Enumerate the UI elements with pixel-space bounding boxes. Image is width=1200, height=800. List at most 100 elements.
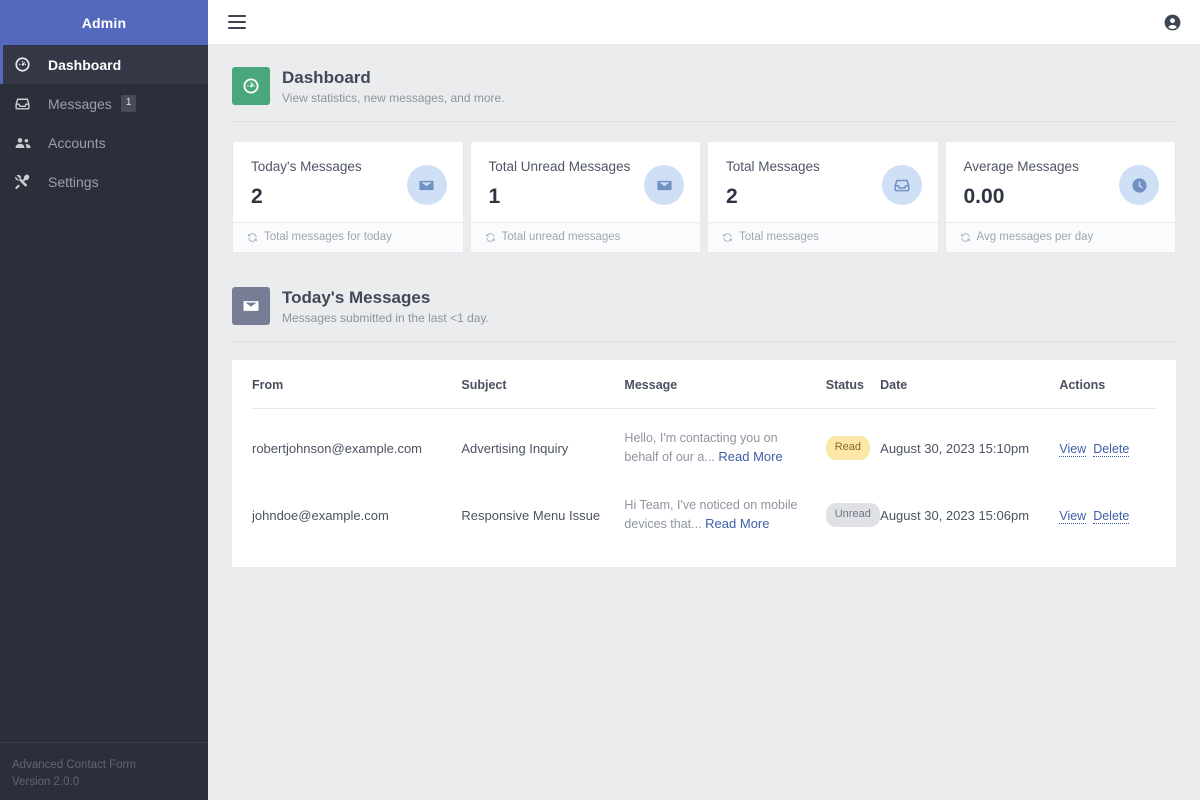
sidebar: Admin Dashboard Messages 1 Accounts Sett… xyxy=(0,0,208,800)
main-area: Dashboard View statistics, new messages,… xyxy=(208,0,1200,800)
clock-icon xyxy=(1119,165,1159,205)
delete-link[interactable]: Delete xyxy=(1093,441,1130,457)
sidebar-item-label: Dashboard xyxy=(48,56,122,73)
sidebar-item-accounts[interactable]: Accounts xyxy=(0,123,208,162)
column-header-subject: Subject xyxy=(461,378,625,409)
stat-card-label: Total Unread Messages xyxy=(488,159,631,174)
refresh-icon xyxy=(722,232,733,243)
table-row: robertjohnson@example.com Advertising In… xyxy=(252,409,1156,481)
refresh-icon xyxy=(485,232,496,243)
page-title: Dashboard xyxy=(282,67,371,87)
sidebar-footer-version: Version 2.0.0 xyxy=(12,776,80,788)
messages-table-card: From Subject Message Status Date Actions… xyxy=(232,360,1176,567)
stat-card-body: Total Unread Messages 1 xyxy=(471,142,701,222)
cell-subject: Advertising Inquiry xyxy=(461,440,569,456)
page-heading: Dashboard View statistics, new messages,… xyxy=(232,67,1176,105)
messages-section-subtitle: Messages submitted in the last <1 day. xyxy=(282,310,489,325)
stat-card-footer: Total messages xyxy=(708,222,938,252)
envelope-icon xyxy=(406,165,447,205)
hamburger-icon[interactable] xyxy=(228,15,246,29)
cell-from: johndoe@example.com xyxy=(252,507,389,523)
stat-card-group: Today's Messages 2 Total messages for to… xyxy=(232,141,1176,253)
column-header-actions: Actions xyxy=(1059,378,1156,409)
users-icon xyxy=(14,134,40,152)
table-row: johndoe@example.com Responsive Menu Issu… xyxy=(252,480,1156,547)
gauge-icon xyxy=(14,56,40,73)
sidebar-item-dashboard[interactable]: Dashboard xyxy=(0,45,208,84)
column-header-from: From xyxy=(252,378,462,409)
stat-card-value: 0.00 xyxy=(963,185,1005,208)
messages-section-heading: Today's Messages Messages submitted in t… xyxy=(232,287,1176,325)
cell-date: August 30, 2023 15:10pm xyxy=(880,440,1030,456)
table-body: robertjohnson@example.com Advertising In… xyxy=(252,409,1156,548)
cell-message: Hello, I'm contacting you on behalf of o… xyxy=(624,409,825,481)
view-link[interactable]: View xyxy=(1059,441,1087,457)
envelope-icon xyxy=(232,287,270,325)
table-header-row: From Subject Message Status Date Actions xyxy=(252,378,1156,409)
read-more-link[interactable]: Read More xyxy=(705,516,769,531)
stat-card-footer-text: Total messages for today xyxy=(264,231,392,243)
stat-card-footer: Total messages for today xyxy=(233,222,463,252)
stat-card-footer: Avg messages per day xyxy=(945,222,1175,252)
stat-card-body: Average Messages 0.00 xyxy=(946,142,1176,222)
topbar xyxy=(208,0,1200,45)
refresh-icon xyxy=(247,232,258,243)
messages-table: From Subject Message Status Date Actions… xyxy=(252,378,1156,547)
status-badge: Read xyxy=(825,436,871,460)
refresh-icon xyxy=(960,232,971,243)
stat-card-todays-messages: Today's Messages 2 Total messages for to… xyxy=(232,141,464,253)
sidebar-item-badge: 1 xyxy=(120,95,137,112)
stat-card-footer-text: Avg messages per day xyxy=(976,231,1094,243)
stat-card-value: 2 xyxy=(726,185,738,208)
stat-card-value: 2 xyxy=(251,185,263,208)
page-subtitle: View statistics, new messages, and more. xyxy=(282,90,505,105)
sidebar-item-label: Accounts xyxy=(48,134,106,151)
stat-card-label: Total Messages xyxy=(726,159,820,174)
cell-date: August 30, 2023 15:06pm xyxy=(880,507,1030,523)
cell-status: Unread xyxy=(825,480,880,547)
gauge-icon xyxy=(232,67,270,105)
envelope-icon xyxy=(644,165,684,205)
sidebar-nav: Dashboard Messages 1 Accounts Settings xyxy=(0,45,208,742)
read-more-link[interactable]: Read More xyxy=(718,449,782,464)
column-header-message: Message xyxy=(624,378,826,409)
stat-card-average-messages: Average Messages 0.00 Avg messages per d… xyxy=(944,141,1176,253)
cell-actions: View Delete xyxy=(1059,480,1156,547)
stat-card-body: Today's Messages 2 xyxy=(233,142,463,222)
tools-icon xyxy=(14,173,40,190)
delete-link[interactable]: Delete xyxy=(1093,508,1130,524)
stat-card-total-messages: Total Messages 2 Total messages xyxy=(707,141,939,253)
cell-from: robertjohnson@example.com xyxy=(252,440,423,456)
column-header-status: Status xyxy=(825,378,881,409)
page-content: Dashboard View statistics, new messages,… xyxy=(208,45,1200,567)
stat-card-footer-text: Total messages xyxy=(739,231,819,243)
cell-message: Hi Team, I've noticed on mobile devices … xyxy=(624,480,825,547)
sidebar-item-messages[interactable]: Messages 1 xyxy=(0,84,208,123)
stat-card-footer-text: Total unread messages xyxy=(501,231,621,243)
inbox-icon xyxy=(881,165,922,205)
sidebar-brand-label: Admin xyxy=(81,14,127,31)
sidebar-item-label: Messages xyxy=(48,95,112,112)
messages-section-divider xyxy=(232,341,1176,342)
sidebar-item-label: Settings xyxy=(48,173,99,190)
cell-status: Read xyxy=(825,409,880,481)
stat-card-body: Total Messages 2 xyxy=(708,142,938,222)
stat-card-label: Today's Messages xyxy=(251,159,362,174)
table-head: From Subject Message Status Date Actions xyxy=(252,378,1156,409)
cell-actions: View Delete xyxy=(1059,409,1156,481)
stat-card-value: 1 xyxy=(488,185,501,208)
app-root: Admin Dashboard Messages 1 Accounts Sett… xyxy=(0,0,1200,800)
sidebar-brand: Admin xyxy=(0,0,208,45)
messages-section-title: Today's Messages xyxy=(282,287,431,307)
page-heading-divider xyxy=(232,121,1176,122)
sidebar-item-settings[interactable]: Settings xyxy=(0,162,208,201)
cell-subject: Responsive Menu Issue xyxy=(461,507,601,523)
stat-card-label: Average Messages xyxy=(963,159,1079,174)
stat-card-total-unread-messages: Total Unread Messages 1 Total unread mes… xyxy=(469,141,701,253)
user-circle-icon[interactable] xyxy=(1163,13,1182,32)
column-header-date: Date xyxy=(880,378,1060,409)
status-badge: Unread xyxy=(825,503,880,527)
view-link[interactable]: View xyxy=(1059,508,1087,524)
inbox-icon xyxy=(14,95,40,112)
stat-card-footer: Total unread messages xyxy=(470,222,700,252)
